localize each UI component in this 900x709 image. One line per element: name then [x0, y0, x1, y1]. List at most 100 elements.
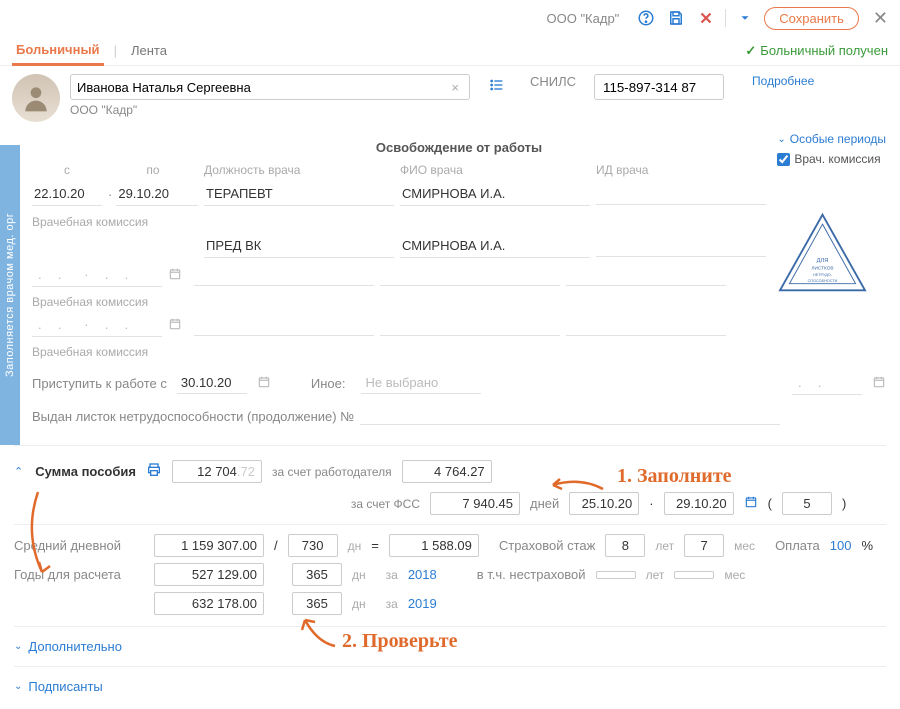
- dn-unit: дн: [352, 597, 366, 611]
- issue-label: Выдан листок нетрудоспособности (продолж…: [32, 409, 354, 424]
- tab-separator: |: [114, 43, 117, 58]
- print-icon[interactable]: [146, 462, 162, 481]
- save-button[interactable]: Сохранить: [764, 7, 859, 30]
- date-range-blank-2[interactable]: . . · . .: [32, 263, 162, 287]
- separator: [14, 524, 886, 525]
- avg-denom[interactable]: 730: [288, 534, 338, 557]
- vk-label-3: Врачебная комиссия: [32, 339, 886, 361]
- org-label: ООО "Кадр": [547, 11, 620, 26]
- slash: /: [274, 538, 278, 553]
- calendar-icon[interactable]: [257, 375, 271, 392]
- other-date-blank[interactable]: . .: [792, 371, 862, 395]
- avg-numer[interactable]: 1 159 307.00: [154, 534, 264, 557]
- y1-sum[interactable]: 527 129.00: [154, 563, 264, 586]
- position-blank-3[interactable]: [194, 314, 374, 336]
- za-label: за: [386, 568, 398, 582]
- employer-label: за счет работодателя: [272, 465, 392, 479]
- doctor-fio[interactable]: СМИРНОВА И.А.: [400, 182, 590, 206]
- ins-years[interactable]: 8: [605, 534, 645, 557]
- date-range-blank-3[interactable]: . . · . .: [32, 313, 162, 337]
- doctor-position[interactable]: ТЕРАПЕВТ: [204, 182, 394, 206]
- y2-sum[interactable]: 632 178.00: [154, 592, 264, 615]
- special-periods-toggle[interactable]: ⌄ Особые периоды: [777, 132, 886, 146]
- pay-pct[interactable]: 100: [830, 538, 852, 553]
- additional-label: Дополнительно: [28, 639, 122, 654]
- tab-feed[interactable]: Лента: [127, 37, 171, 64]
- stamp-triangle: ДЛЯ ЛИСТКОВ НЕТРУДО- СПОСОБНОСТИ: [775, 210, 870, 295]
- col-to: по: [108, 163, 198, 177]
- status-received: ✓ Больничный получен: [745, 43, 888, 59]
- snils-label: СНИЛС: [530, 74, 576, 89]
- fio-blank-2[interactable]: [380, 264, 560, 286]
- svg-text:НЕТРУДО-: НЕТРУДО-: [813, 273, 833, 277]
- from-date[interactable]: 22.10.20: [32, 182, 102, 206]
- fio-blank-3[interactable]: [380, 314, 560, 336]
- separator: [14, 445, 886, 446]
- dn-unit: дн: [352, 568, 366, 582]
- svg-text:ЛИСТКОВ: ЛИСТКОВ: [811, 266, 833, 272]
- ins-label: Страховой стаж: [499, 538, 595, 553]
- tab-sick-leave[interactable]: Больничный: [12, 36, 104, 66]
- mos-unit: мес: [724, 568, 745, 582]
- fss-label: за счет ФСС: [290, 497, 420, 511]
- employee-name-field[interactable]: [77, 80, 447, 95]
- employee-name-input[interactable]: ×: [70, 74, 470, 100]
- vk-fio-1[interactable]: СМИРНОВА И.А.: [400, 234, 590, 258]
- nonins-years[interactable]: [596, 571, 636, 579]
- yrs-unit: лет: [655, 539, 674, 553]
- ins-months[interactable]: 7: [684, 534, 724, 557]
- chevron-up-icon[interactable]: ⌃: [14, 465, 23, 478]
- col-from: с: [32, 163, 102, 177]
- year-2019[interactable]: 2019: [408, 596, 437, 611]
- other-value[interactable]: Не выбрано: [361, 372, 481, 394]
- id-blank-3[interactable]: [566, 314, 726, 336]
- pay-label: Оплата: [775, 538, 820, 553]
- resume-date[interactable]: 30.10.20: [177, 372, 247, 394]
- y1-days[interactable]: 365: [292, 563, 342, 586]
- dn-unit: дн: [348, 539, 362, 553]
- doctor-id[interactable]: [596, 183, 766, 205]
- nonins-months[interactable]: [674, 571, 714, 579]
- position-blank-2[interactable]: [194, 264, 374, 286]
- calendar-icon[interactable]: [872, 375, 886, 392]
- fss-amount[interactable]: 7 940.45: [430, 492, 520, 515]
- employee-org: ООО "Кадр": [70, 103, 470, 117]
- calendar-icon[interactable]: [168, 267, 182, 284]
- close-icon[interactable]: ✕: [873, 8, 888, 29]
- additional-toggle[interactable]: ⌄ Дополнительно: [0, 631, 900, 662]
- avg-result[interactable]: 1 588.09: [389, 534, 479, 557]
- special-periods-label: Особые периоды: [790, 132, 886, 146]
- dropdown-icon[interactable]: [734, 7, 756, 29]
- calendar-icon[interactable]: [744, 495, 758, 512]
- doctor-commission-check[interactable]: Врач. комиссия: [777, 152, 886, 166]
- y2-days[interactable]: 365: [292, 592, 342, 615]
- employer-amount[interactable]: 4 764.27: [402, 460, 492, 483]
- total-amount[interactable]: 12 704.72: [172, 460, 262, 483]
- sum-title: Сумма пособия: [35, 464, 136, 479]
- year-2018[interactable]: 2018: [408, 567, 437, 582]
- days-count[interactable]: 5: [782, 492, 832, 515]
- col-position: Должность врача: [204, 163, 394, 177]
- doctor-commission-checkbox[interactable]: [777, 153, 790, 166]
- calendar-icon[interactable]: [168, 317, 182, 334]
- yrs-unit: лет: [646, 568, 665, 582]
- signers-label: Подписанты: [28, 679, 102, 694]
- list-icon[interactable]: [486, 74, 508, 101]
- other-label: Иное:: [311, 376, 346, 391]
- col-fio: ФИО врача: [400, 163, 590, 177]
- delete-icon[interactable]: [695, 7, 717, 29]
- to-date[interactable]: 29.10.20: [116, 182, 198, 206]
- id-blank-2[interactable]: [566, 264, 726, 286]
- save-icon[interactable]: [665, 7, 687, 29]
- pct-sign: %: [862, 538, 874, 553]
- clear-name-icon[interactable]: ×: [447, 80, 463, 95]
- vk-id-1[interactable]: [596, 235, 766, 257]
- days-to[interactable]: 29.10.20: [664, 492, 734, 515]
- help-icon[interactable]: [635, 7, 657, 29]
- snils-input[interactable]: [594, 74, 724, 100]
- issue-number[interactable]: [360, 407, 780, 425]
- more-link[interactable]: Подробнее: [752, 74, 814, 88]
- signers-toggle[interactable]: ⌄ Подписанты: [0, 671, 900, 702]
- days-from[interactable]: 25.10.20: [569, 492, 639, 515]
- vk-position-1[interactable]: ПРЕД ВК: [204, 234, 394, 258]
